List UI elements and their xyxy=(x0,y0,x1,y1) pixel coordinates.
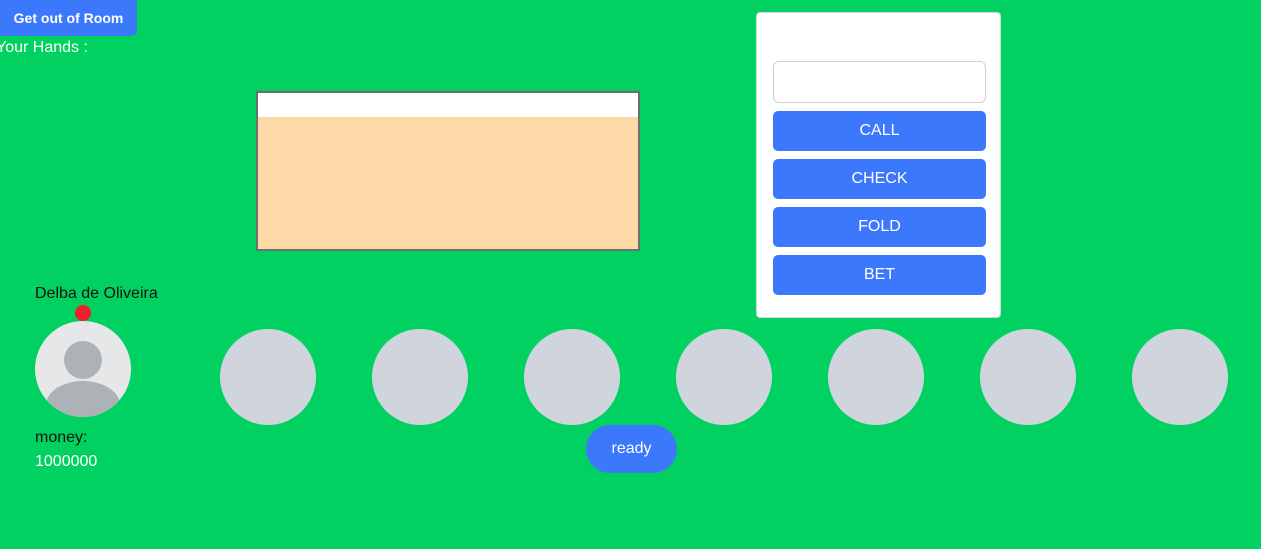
empty-seat xyxy=(676,329,772,425)
your-hands-label: Your Hands : xyxy=(0,39,88,56)
empty-seat xyxy=(220,329,316,425)
money-label: money: xyxy=(35,429,88,446)
bet-amount-input[interactable] xyxy=(773,61,986,103)
community-board xyxy=(256,91,640,251)
board-header-strip xyxy=(258,93,638,117)
bet-button[interactable]: BET xyxy=(773,255,986,295)
player-name: Delba de Oliveira xyxy=(35,285,158,302)
player-avatar xyxy=(35,321,131,417)
empty-seat xyxy=(1132,329,1228,425)
action-panel: CALL CHECK FOLD BET xyxy=(756,12,1001,318)
check-button[interactable]: CHECK xyxy=(773,159,986,199)
empty-seat xyxy=(828,329,924,425)
user-silhouette-icon xyxy=(46,341,120,417)
empty-seat xyxy=(524,329,620,425)
money-value: 1000000 xyxy=(35,453,98,470)
turn-indicator-dot xyxy=(75,305,91,321)
get-out-of-room-button[interactable]: Get out of Room xyxy=(0,0,137,36)
empty-seat xyxy=(980,329,1076,425)
ready-button[interactable]: ready xyxy=(586,425,677,473)
fold-button[interactable]: FOLD xyxy=(773,207,986,247)
call-button[interactable]: CALL xyxy=(773,111,986,151)
empty-seat xyxy=(372,329,468,425)
